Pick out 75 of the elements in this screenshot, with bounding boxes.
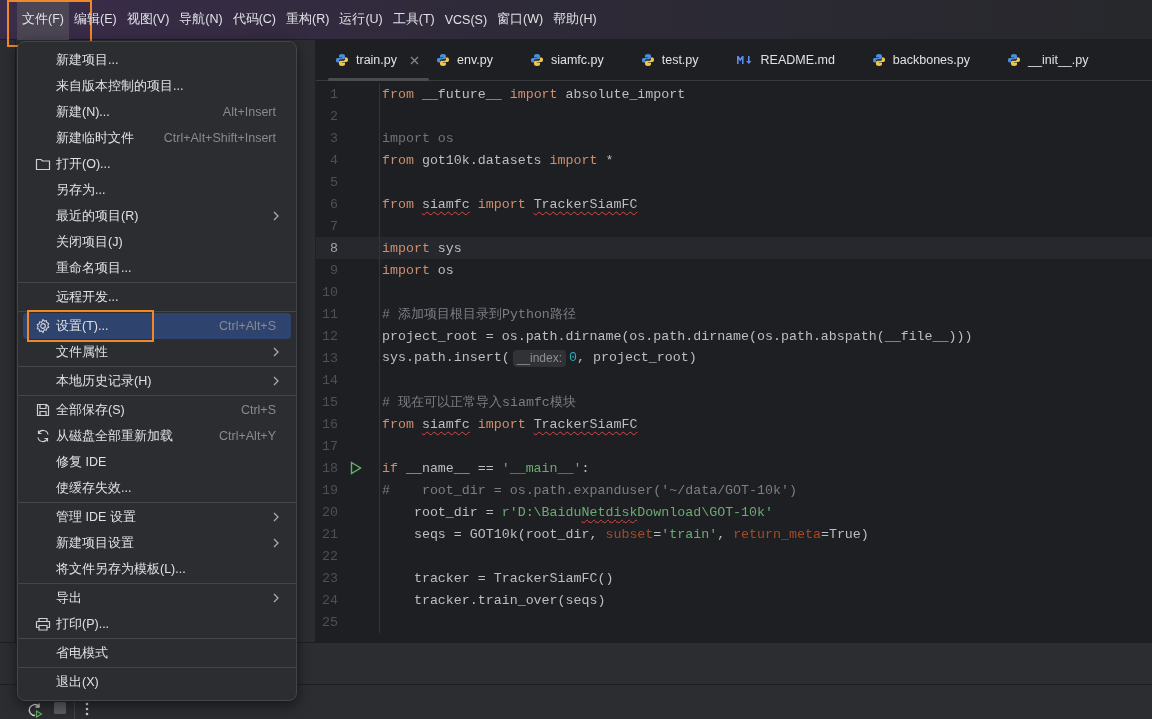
menu-item[interactable]: 本地历史记录(H) <box>23 368 291 394</box>
editor-tab[interactable]: backbones.py <box>864 40 1000 80</box>
code-line: seqs = GOT10k(root_dir, subset='train', return_meta=True) <box>412 526 869 542</box>
menu-bar-item[interactable]: 导航(N) <box>174 0 228 40</box>
menu-item[interactable]: 重命名项目... <box>23 255 291 281</box>
python-icon <box>436 53 450 67</box>
menu-item[interactable]: 将文件另存为模板(L)... <box>23 556 291 582</box>
menu-item[interactable]: 来自版本控制的项目... <box>23 73 291 99</box>
editor-tab[interactable]: env.py <box>429 40 523 80</box>
menu-item[interactable]: 最近的项目(R) <box>23 203 291 229</box>
more-icon[interactable] <box>85 702 89 716</box>
reload-icon <box>35 428 51 444</box>
menu-bar-item[interactable]: 工具(T) <box>387 0 440 40</box>
code-line: import os <box>382 262 454 278</box>
editor-tab[interactable]: test.py <box>633 40 729 80</box>
menu-bar-item[interactable]: 文件(F) <box>17 0 69 40</box>
save-icon <box>36 403 50 417</box>
code-line: from siamfc import TrackerSiamFC <box>382 416 638 432</box>
menu-item[interactable]: 从磁盘全部重新加载 Ctrl+Alt+Y <box>23 423 291 449</box>
editor-tab[interactable]: __init__.py <box>1000 40 1119 80</box>
menu-item[interactable]: 打印(P)... <box>23 611 291 637</box>
menu-item[interactable]: 修复 IDE <box>23 449 291 475</box>
menu-item[interactable]: 省电模式 <box>23 640 291 666</box>
editor-tab[interactable]: train.py <box>328 40 429 80</box>
code-line: root_dir = r'D:\BaiduNetdiskDownload\GOT-10k' <box>412 504 773 520</box>
code-line: import sys <box>382 240 462 256</box>
menu-item[interactable]: 管理 IDE 设置 <box>23 504 291 530</box>
code-line: # 现在可以正常导入siamfc模块 <box>382 394 576 411</box>
menu-item[interactable]: 使缓存失效... <box>23 475 291 501</box>
menu-item[interactable]: 退出(X) <box>23 669 291 695</box>
editor-tab[interactable]: README.md <box>728 40 865 80</box>
menu-bar-item[interactable]: 视图(V) <box>121 0 175 40</box>
python-icon <box>640 53 655 67</box>
menu-bar-item[interactable]: 窗口(W) <box>492 0 549 40</box>
code-line: tracker = TrackerSiamFC() <box>412 570 614 586</box>
menu-bar-item[interactable]: 运行(U) <box>334 0 388 40</box>
close-icon[interactable] <box>410 55 419 65</box>
code-line: from got10k.datasets import * <box>382 152 614 168</box>
rerun-icon[interactable] <box>27 702 43 718</box>
menu-item[interactable]: 远程开发... <box>23 284 291 310</box>
menu-bar-item[interactable]: 代码(C) <box>227 0 282 40</box>
editor-tab[interactable]: siamfc.py <box>522 40 634 80</box>
python-icon <box>335 53 349 67</box>
python-icon <box>871 53 886 67</box>
run-icon[interactable] <box>350 461 362 475</box>
folder-icon <box>35 157 51 171</box>
menu-item[interactable]: 关闭项目(J) <box>23 229 291 255</box>
settings-icon <box>35 318 51 334</box>
line-number: 8 <box>329 240 338 256</box>
code-line: # 添加项目根目录到Python路径 <box>382 306 576 323</box>
menu-item[interactable]: 设置(T)... Ctrl+Alt+S <box>23 313 291 339</box>
python-icon <box>529 53 544 67</box>
python-icon <box>1007 53 1021 67</box>
menu-item[interactable]: 新建临时文件 Ctrl+Alt+Shift+Insert <box>23 125 291 151</box>
code-line: from siamfc import TrackerSiamFC <box>382 196 638 212</box>
menu-bar-item[interactable]: VCS(S) <box>439 0 493 40</box>
code-line: # root_dir = os.path.expanduser('~/data/GOT-10k') <box>382 482 797 498</box>
menu-item[interactable]: 新建项目... <box>23 47 291 73</box>
menu-item[interactable]: 另存为... <box>23 177 291 203</box>
menu-item[interactable]: 打开(O)... <box>23 151 291 177</box>
code-line: sys.path.insert( __index: 0, project_root) <box>382 349 697 367</box>
menu-item[interactable]: 新建项目设置 <box>23 530 291 556</box>
menu-item[interactable]: 全部保存(S) Ctrl+S <box>23 397 291 423</box>
code-line: project_root = os.path.dirname(os.path.dirname(os.path.abspath(__file__))) <box>382 328 973 344</box>
code-line: if __name__ == '__main__': <box>382 460 590 476</box>
code-line: tracker.train_over(seqs) <box>412 592 606 608</box>
markdown-icon <box>735 54 754 66</box>
code-line: import os <box>382 130 454 146</box>
menu-item[interactable]: 新建(N)... Alt+Insert <box>23 99 291 125</box>
menu-bar-item[interactable]: 帮助(H) <box>548 0 602 40</box>
menu-item[interactable]: 导出 <box>23 585 291 611</box>
code-line: from __future__ import absolute_import <box>382 86 686 102</box>
menu-item[interactable]: 文件属性 <box>23 339 291 365</box>
menu-bar-item[interactable]: 重构(R) <box>281 0 335 40</box>
printer-icon <box>35 617 51 631</box>
